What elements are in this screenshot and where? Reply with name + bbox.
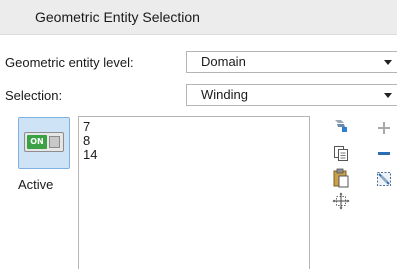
clear-selection-icon[interactable] xyxy=(375,170,393,188)
selection-label: Selection: xyxy=(5,88,63,103)
list-item[interactable]: 14 xyxy=(83,148,97,162)
toggle-on-text: ON xyxy=(27,135,47,149)
active-toggle-button[interactable]: ON xyxy=(18,117,70,169)
entity-level-label: Geometric entity level: xyxy=(5,55,134,70)
zoom-to-selection-icon[interactable] xyxy=(332,192,350,210)
active-label: Active xyxy=(18,177,54,192)
selection-select[interactable]: Winding xyxy=(186,84,397,106)
toggle-switch-icon: ON xyxy=(24,132,64,152)
section-header[interactable]: Geometric Entity Selection xyxy=(0,0,397,35)
list-item[interactable]: 8 xyxy=(83,134,90,148)
paste-from-graphics-icon[interactable] xyxy=(332,117,350,135)
paste-icon[interactable] xyxy=(332,168,350,188)
selection-list[interactable]: 7 8 14 xyxy=(78,116,310,269)
section-title: Geometric Entity Selection xyxy=(35,9,200,25)
selection-value: Winding xyxy=(201,87,248,102)
entity-level-select[interactable]: Domain xyxy=(186,51,397,73)
chevron-down-icon xyxy=(384,93,392,98)
chevron-down-icon xyxy=(384,60,392,65)
list-item[interactable]: 7 xyxy=(83,120,90,134)
entity-level-value: Domain xyxy=(201,54,246,69)
add-icon[interactable] xyxy=(375,119,393,137)
remove-icon[interactable] xyxy=(375,144,393,162)
copy-icon[interactable] xyxy=(332,144,350,162)
toggle-knob xyxy=(49,136,60,148)
